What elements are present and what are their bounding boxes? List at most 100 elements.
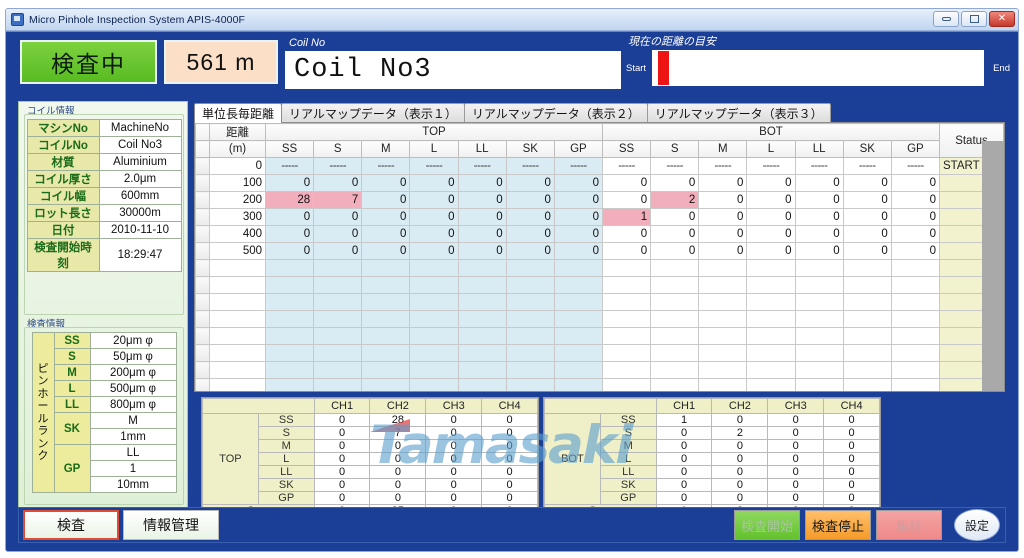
top-cell: 0	[457, 174, 507, 192]
bot-cell	[601, 293, 652, 311]
tab-3[interactable]: リアルマップデータ（表示３）	[646, 103, 831, 123]
summary-value: 0	[481, 478, 538, 492]
top-cell	[264, 259, 315, 277]
coil-info-label: コイル厚さ	[26, 170, 100, 188]
distance-progress-group: 現在の距離の目安 Start End	[626, 35, 1010, 93]
coil-info-value: 2.0μm	[98, 170, 182, 188]
table-row-empty[interactable]	[195, 293, 1004, 311]
row-gutter[interactable]	[195, 310, 210, 328]
settings-button[interactable]: 設定	[954, 509, 1000, 541]
row-gutter[interactable]	[195, 242, 210, 260]
unit-length-grid[interactable]: 距離 TOP BOT Status (m) SS S M L LL SK GP SS S M L LL SK GP 0…	[194, 122, 1005, 392]
bot-cell	[650, 327, 700, 345]
bot-cell	[601, 361, 652, 379]
coil-info-label: マシンNo	[26, 119, 100, 137]
bot-cell	[794, 293, 844, 311]
table-row-empty[interactable]	[195, 344, 1004, 362]
top-cell	[505, 344, 555, 362]
top-cell	[264, 378, 315, 391]
table-row[interactable]: 100 0 0 0 0 0 0 0 0 0 0 0 0 0 0	[195, 174, 1004, 192]
bottom-button-1[interactable]: 情報管理	[123, 510, 219, 540]
summary-rank-label: SK	[257, 478, 315, 492]
tab-2[interactable]: リアルマップデータ（表示２）	[463, 103, 648, 123]
row-gutter[interactable]	[195, 174, 210, 192]
summary-channel-header-CH4: CH4	[481, 398, 538, 414]
summary-channel-header-CH4: CH4	[823, 398, 880, 414]
row-gutter[interactable]	[195, 378, 210, 391]
tab-1[interactable]: リアルマップデータ（表示１）	[281, 103, 465, 123]
summary-value: 0	[313, 491, 371, 505]
coil-info-value: MachineNo	[98, 119, 182, 137]
top-cell: 0	[409, 208, 459, 226]
bot-cell	[650, 344, 700, 362]
coil-info-row: コイル厚さ 2.0μm	[26, 170, 182, 188]
dash-placeholder: -----	[858, 160, 876, 172]
bot-cell	[746, 327, 796, 345]
top-cell	[553, 378, 603, 391]
bot-cell	[842, 293, 892, 311]
table-row[interactable]: 200 28 7 0 0 0 0 0 0 2 0 0 0 0 0	[195, 191, 1004, 209]
coil-info-label: ロット長さ	[26, 204, 100, 222]
table-row-empty[interactable]	[195, 378, 1004, 391]
bottom-left-buttons: 検査 情報管理	[19, 510, 219, 540]
row-gutter[interactable]	[195, 157, 210, 175]
close-button[interactable]: ✕	[989, 11, 1015, 27]
row-gutter[interactable]	[195, 276, 210, 294]
coil-info-row: コイル幅 600mm	[26, 187, 182, 205]
row-gutter[interactable]	[195, 361, 210, 379]
row-gutter[interactable]	[195, 293, 210, 311]
summary-value: 0	[313, 478, 371, 492]
bot-cell	[842, 361, 892, 379]
coil-info-table: マシンNo MachineNo コイルNo Coil No3 材質 Aluminium コイ…	[26, 119, 182, 272]
table-row-empty[interactable]	[195, 276, 1004, 294]
top-cell: 0	[505, 174, 555, 192]
row-gutter[interactable]	[195, 208, 210, 226]
row-gutter[interactable]	[195, 225, 210, 243]
action-button-stop[interactable]: 検査停止	[805, 510, 871, 540]
bot-cell	[842, 276, 892, 294]
top-cell	[457, 361, 507, 379]
top-cell: 0	[361, 208, 411, 226]
progress-label: 現在の距離の目安	[628, 36, 716, 48]
summary-value: 0	[369, 478, 427, 492]
table-row[interactable]: 400 0 0 0 0 0 0 0 0 0 0 0 0 0 0	[195, 225, 1004, 243]
row-gutter[interactable]	[195, 191, 210, 209]
table-row-empty[interactable]	[195, 361, 1004, 379]
table-row-empty[interactable]	[195, 310, 1004, 328]
bot-cell	[842, 344, 892, 362]
summary-value: 0	[711, 478, 769, 492]
table-row[interactable]: 0 ----- ----- ----- ----- ----- ----- ----- ----…	[195, 157, 1004, 175]
bot-cell	[890, 344, 941, 362]
pinhole-rank-name: SS	[53, 332, 91, 349]
progress-track[interactable]	[652, 50, 984, 86]
summary-value: 7	[369, 426, 427, 440]
bot-cell: -----	[698, 157, 748, 175]
top-cell	[313, 344, 363, 362]
table-row-empty[interactable]	[195, 259, 1004, 277]
summary-value: 0	[425, 439, 483, 453]
bot-cell: 0	[698, 242, 748, 260]
row-gutter[interactable]	[195, 259, 210, 277]
coil-no-input[interactable]: Coil No3	[285, 51, 621, 89]
coil-info-label: コイルNo	[26, 136, 100, 154]
table-row[interactable]: 300 0 0 0 0 0 0 0 1 0 0 0 0 0 0	[195, 208, 1004, 226]
pinhole-rank-name: GP	[53, 444, 91, 493]
maximize-button[interactable]	[961, 11, 987, 27]
top-cell: 7	[313, 191, 363, 209]
bottom-button-0[interactable]: 検査	[23, 510, 119, 540]
table-row-empty[interactable]	[195, 327, 1004, 345]
action-button-total: 集計	[876, 510, 942, 540]
summary-value: 0	[313, 452, 371, 466]
bot-cell	[601, 310, 652, 328]
bot-rank-header-GP: GP	[890, 140, 941, 158]
top-cell	[457, 378, 507, 391]
table-row[interactable]: 500 0 0 0 0 0 0 0 0 0 0 0 0 0 0	[195, 242, 1004, 260]
row-gutter[interactable]	[195, 327, 210, 345]
tab-0[interactable]: 単位長毎距離	[194, 103, 283, 123]
top-cell: -----	[457, 157, 507, 175]
coil-info-value: 30000m	[98, 204, 182, 222]
row-gutter[interactable]	[195, 344, 210, 362]
minimize-button[interactable]	[933, 11, 959, 27]
dash-placeholder: -----	[377, 160, 395, 172]
coil-info-group: コイル情報 マシンNo MachineNo コイルNo Coil No3 材質 Alumi…	[19, 104, 189, 319]
